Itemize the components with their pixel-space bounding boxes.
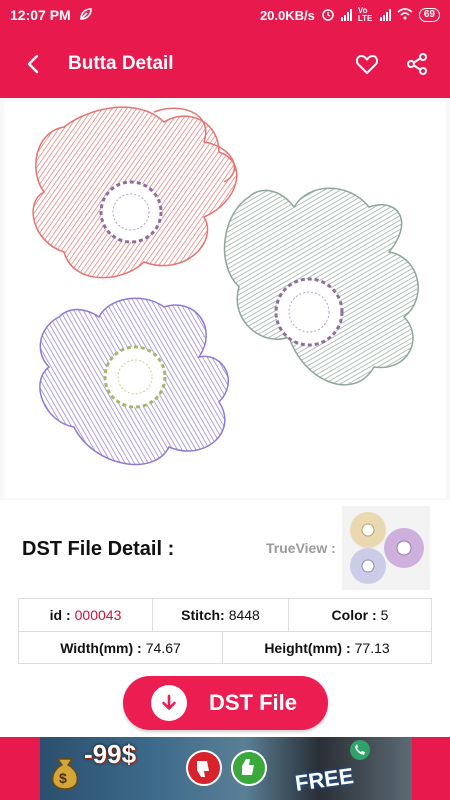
- battery-icon: 69: [418, 8, 440, 22]
- ad-free-text: FREE: [293, 763, 356, 796]
- arrow-down-circle-icon: [151, 685, 187, 721]
- green-flower-motif: [223, 187, 419, 386]
- status-time: 12:07 PM: [10, 7, 71, 23]
- signal-icon: [340, 9, 352, 21]
- download-dst-label: DST File: [209, 690, 298, 715]
- id-cell: id : 000043: [19, 599, 153, 631]
- back-button[interactable]: [0, 30, 68, 98]
- purple-flower-motif: [39, 297, 229, 466]
- arrow-left-icon: [27, 54, 39, 74]
- info-row-2: Width(mm) : 74.67 Height(mm) : 77.13: [19, 631, 431, 663]
- wifi-icon: [397, 7, 413, 23]
- color-cell: Color : 5: [289, 599, 431, 631]
- signal-icon-2: [379, 9, 391, 21]
- design-preview-area: [0, 98, 450, 500]
- download-dst-button[interactable]: DST File: [123, 676, 328, 730]
- id-label: id :: [49, 607, 71, 623]
- ad-banner[interactable]: $ -99$ FREE: [0, 737, 450, 800]
- share-button[interactable]: [392, 30, 442, 98]
- stitch-cell: Stitch: 8448: [153, 599, 289, 631]
- stitch-value: 8448: [228, 607, 260, 623]
- status-bar: 12:07 PM 20.0KB/s Vo LTE 69: [0, 0, 450, 30]
- phone-icon: [345, 739, 375, 766]
- favorite-button[interactable]: [342, 30, 392, 98]
- height-cell: Height(mm) : 77.13: [223, 632, 431, 663]
- thumbs-up-icon: [230, 749, 268, 792]
- network-speed: 20.0KB/s: [259, 7, 315, 23]
- ad-image[interactable]: $ -99$ FREE: [40, 737, 412, 800]
- info-row-1: id : 000043 Stitch: 8448 Color : 5: [19, 599, 431, 631]
- ad-price-text: -99$: [84, 739, 137, 769]
- stitch-label: Stitch:: [181, 607, 225, 623]
- share-icon: [407, 53, 427, 75]
- heart-outline-icon: [355, 55, 379, 74]
- leaf-notification-icon: [79, 7, 93, 24]
- svg-text:$: $: [59, 770, 67, 786]
- app-bar: Butta Detail: [0, 30, 450, 98]
- width-value: 74.67: [145, 639, 181, 656]
- width-label: Width(mm) :: [60, 639, 142, 656]
- info-table: id : 000043 Stitch: 8448 Color : 5 Width…: [18, 598, 432, 664]
- volte-label: Vo LTE: [357, 6, 373, 23]
- page-title: Butta Detail: [68, 53, 174, 74]
- design-image[interactable]: [4, 102, 446, 498]
- width-cell: Width(mm) : 74.67: [19, 632, 223, 663]
- alarm-icon: [321, 7, 335, 24]
- red-flower-motif: [32, 106, 238, 279]
- color-value: 5: [380, 607, 389, 623]
- height-label: Height(mm) :: [264, 639, 351, 656]
- dst-detail-heading: DST File Detail :: [22, 538, 175, 560]
- id-value: 000043: [74, 607, 122, 623]
- money-bag-icon: $: [48, 751, 82, 796]
- trueview-thumbnail[interactable]: [342, 506, 430, 590]
- thumbs-down-icon: [185, 749, 223, 792]
- color-label: Color :: [331, 607, 377, 623]
- height-value: 77.13: [354, 639, 390, 656]
- detail-header: DST File Detail : TrueView :: [0, 500, 450, 595]
- trueview-label: TrueView :: [266, 540, 336, 556]
